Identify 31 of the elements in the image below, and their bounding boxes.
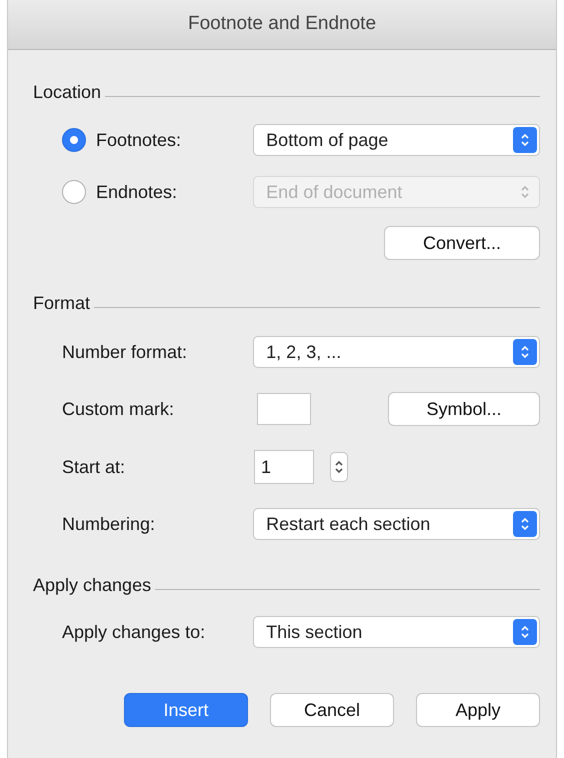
chevron-icon bbox=[520, 624, 530, 640]
field-label: Custom mark: bbox=[62, 398, 174, 418]
window-title: Footnote and Endnote bbox=[188, 12, 376, 36]
dropdown[interactable]: 1, 2, 3, ... bbox=[253, 336, 540, 368]
section-heading: Format bbox=[33, 292, 90, 315]
chevron-icon bbox=[334, 459, 344, 475]
section-heading: Location bbox=[33, 81, 102, 104]
stepper[interactable] bbox=[330, 452, 348, 482]
radio-label: Footnotes: bbox=[96, 128, 182, 152]
dialog-button[interactable]: Convert... bbox=[384, 226, 540, 260]
radio-button[interactable] bbox=[62, 180, 86, 204]
dropdown[interactable]: This section bbox=[253, 616, 540, 648]
field-label: Apply changes to: bbox=[62, 622, 206, 642]
dropdown[interactable]: Restart each section bbox=[253, 508, 540, 540]
chevron-icon bbox=[520, 344, 530, 360]
chevron-icon bbox=[520, 184, 530, 200]
radio-button[interactable] bbox=[62, 128, 86, 152]
chevron-icon bbox=[520, 516, 530, 532]
dialog-button[interactable]: Cancel bbox=[270, 693, 394, 727]
chevron-icon bbox=[520, 132, 530, 148]
dropdown[interactable]: Bottom of page bbox=[253, 124, 540, 156]
dialog-button[interactable]: Symbol... bbox=[388, 392, 540, 426]
section-heading: Apply changes bbox=[33, 574, 152, 597]
radio-label: Endnotes: bbox=[96, 180, 178, 204]
dialog-button[interactable]: Insert bbox=[124, 693, 248, 727]
field-label: Number format: bbox=[62, 342, 188, 362]
dialog-button[interactable]: Apply bbox=[416, 693, 540, 727]
field-label: Numbering: bbox=[62, 514, 156, 534]
start-at-field[interactable]: 1 bbox=[254, 450, 314, 484]
field-label: Start at: bbox=[62, 456, 126, 476]
custom-mark-field[interactable] bbox=[257, 393, 312, 425]
